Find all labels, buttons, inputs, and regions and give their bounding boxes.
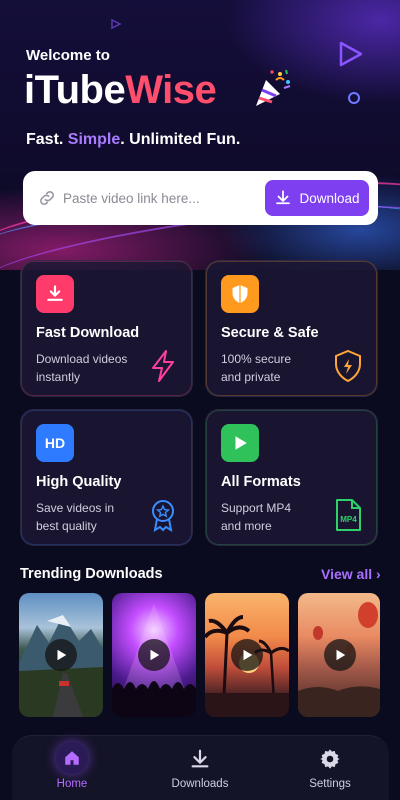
lightning-icon [152,350,174,382]
play-button[interactable] [45,639,77,671]
play-icon [150,649,160,661]
play-button[interactable] [138,639,170,671]
view-all-link[interactable]: View all › [321,566,381,582]
feature-title: All Formats [221,474,301,490]
feature-icon-box [221,275,259,313]
download-button[interactable]: Download [265,180,369,216]
triangle-decoration-icon [111,18,122,30]
home-icon-circle [56,742,88,774]
search-bar: Download [23,171,378,225]
download-icon [276,190,291,205]
view-all-label: View all [321,566,373,582]
nav-label-home: Home [56,778,88,790]
nav-item-settings[interactable]: Settings [270,736,390,800]
home-icon [65,751,79,765]
feature-title: High Quality [36,474,122,490]
feature-card-all-formats[interactable]: All Formats Support MP4 and more MP4 [205,409,378,546]
shield-icon [232,284,248,304]
play-outline-icon [339,41,363,67]
tagline-highlight: Simple [67,131,121,148]
feature-icon-box [221,424,259,462]
brand-part2: Wise [125,68,217,112]
nav-label-settings: Settings [309,778,351,790]
feature-card-fast-download[interactable]: Fast Download Download videos instantly [20,260,193,397]
nav-item-downloads[interactable]: Downloads [140,736,260,800]
feature-card-high-quality[interactable]: HD High Quality Save videos in best qual… [20,409,193,546]
feature-icon-box [36,275,74,313]
play-button[interactable] [231,639,263,671]
trending-section-title: Trending Downloads [20,566,163,582]
tagline: Fast. Simple. Unlimited Fun. [26,131,240,149]
mp4-file-icon: MP4 [336,499,361,531]
nav-item-home[interactable]: Home [12,736,132,800]
party-popper-icon [256,69,291,106]
tagline-part2: . Unlimited Fun. [120,131,241,148]
circle-decoration-icon [348,92,360,104]
gear-icon [320,749,340,769]
chevron-right-icon: › [376,566,381,582]
download-button-label: Download [299,190,360,206]
trending-video-thumbnail[interactable] [19,593,103,717]
download-icon [47,285,63,301]
trending-video-thumbnail[interactable] [112,593,196,717]
feature-desc: Support MP4 and more [221,501,292,533]
mp4-label: MP4 [340,515,357,524]
trending-video-thumbnail[interactable] [298,593,380,717]
app-logo-text: iTubeWise [24,68,217,113]
nav-label-downloads: Downloads [171,778,229,790]
feature-desc: 100% secure and private [221,352,292,384]
link-icon [40,191,54,205]
play-icon [243,649,253,661]
play-icon [57,649,67,661]
feature-desc: Save videos in best quality [36,501,115,533]
feature-title: Fast Download [36,325,140,341]
hd-icon: HD [44,435,66,451]
feature-icon-box: HD [36,424,74,462]
play-button[interactable] [324,639,356,671]
brand-part1: iTube [24,68,126,112]
video-link-input[interactable] [63,171,263,225]
award-badge-icon [152,500,174,532]
feature-desc: Download videos instantly [36,352,128,384]
trending-video-thumbnail[interactable] [205,593,289,717]
play-icon [235,436,247,450]
bottom-navigation: Home Downloads Settings [12,735,389,800]
tagline-part1: Fast. [26,131,64,148]
download-icon [191,749,209,768]
feature-card-secure[interactable]: Secure & Safe 100% secure and private [205,260,378,397]
welcome-text: Welcome to [26,47,110,64]
feature-title: Secure & Safe [221,325,319,341]
shield-bolt-icon [335,349,361,383]
play-icon [336,649,346,661]
